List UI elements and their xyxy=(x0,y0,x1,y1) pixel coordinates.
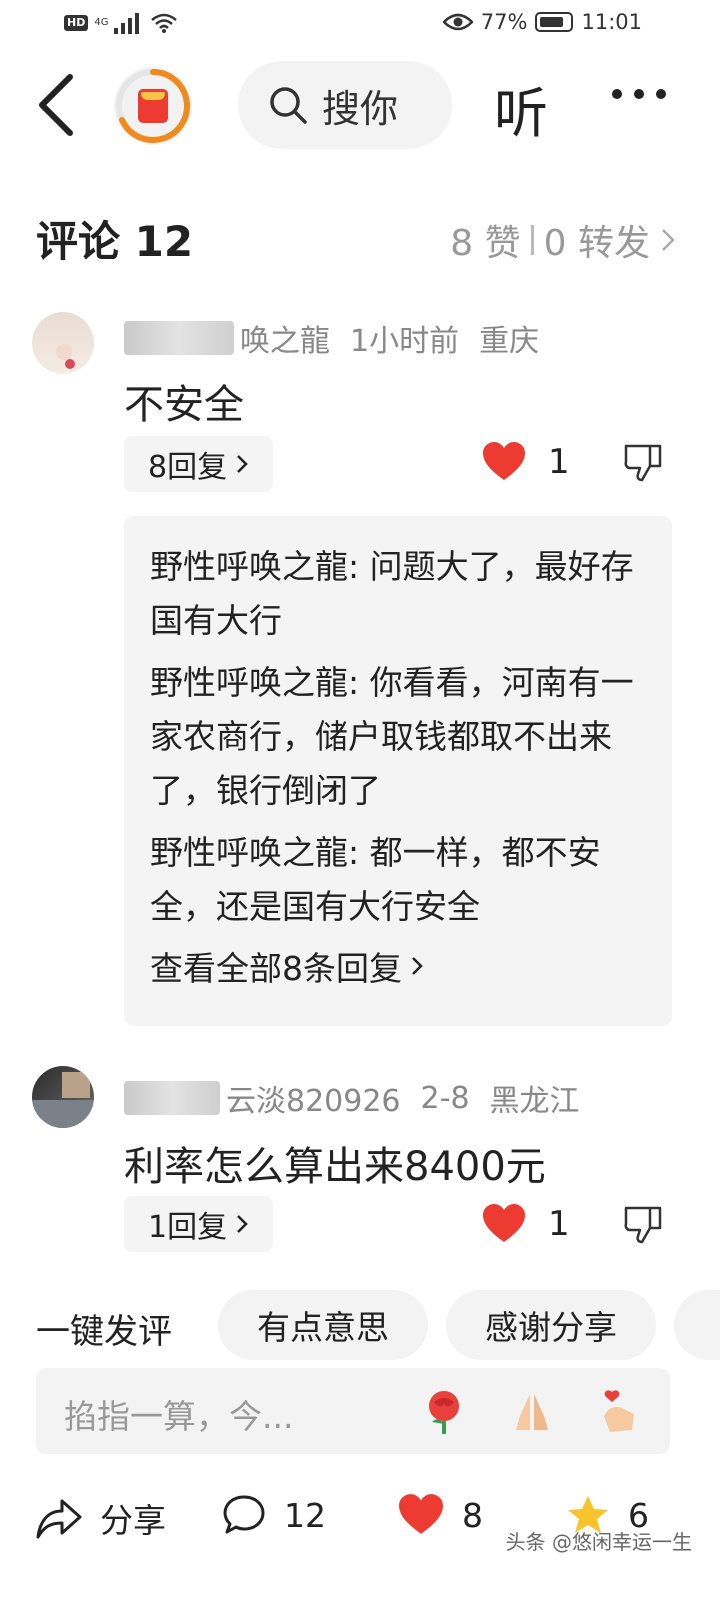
hd-badge: HD xyxy=(64,15,89,31)
share-button[interactable]: 分享 xyxy=(36,1494,166,1542)
status-right: 77% 11:01 xyxy=(442,10,642,34)
chevron-right-icon xyxy=(237,455,248,473)
reposts-count: 0 转发 xyxy=(543,223,650,264)
dislike-icon[interactable] xyxy=(622,442,664,484)
username-text: 云淡820926 xyxy=(226,1084,401,1119)
avatar-image xyxy=(32,1072,94,1128)
comment-text: 不安全 xyxy=(124,382,244,428)
comment-time: 2-8 xyxy=(420,1080,470,1116)
comments-title: 评论 12 xyxy=(36,217,194,266)
signal-bars-icon xyxy=(114,13,140,34)
like-post-button[interactable]: 8 xyxy=(398,1494,483,1536)
view-all-label: 查看全部8条回复 xyxy=(150,949,402,988)
replies-panel: 野性呼唤之龍: 问题大了，最好存国有大行 野性呼唤之龍: 你看看，河南有一家农商… xyxy=(124,516,672,1026)
rose-emoji-icon[interactable] xyxy=(418,1386,470,1438)
divider xyxy=(530,225,534,255)
dot xyxy=(634,89,644,99)
praying-hands-icon[interactable] xyxy=(506,1386,558,1438)
red-packet-button[interactable] xyxy=(114,67,192,145)
avatar-image xyxy=(56,344,75,369)
like-count: 1 xyxy=(548,1204,570,1244)
heart-icon xyxy=(483,442,525,480)
status-bar: HD 4G 77% 11:01 xyxy=(0,0,720,50)
bottom-action-bar: 分享 12 8 6 头条 @悠闲幸运一生 xyxy=(0,1486,720,1556)
listen-button[interactable]: 听 xyxy=(494,69,548,148)
reply-count-label: 8回复 xyxy=(148,450,228,485)
username-text: 唤之龍 xyxy=(240,324,330,359)
avatar[interactable] xyxy=(32,312,94,374)
battery-percent: 77% xyxy=(480,10,528,34)
quick-reply-bar: 一键发评 有点意思 感谢分享 xyxy=(36,1290,720,1360)
username[interactable]: 云淡820926 xyxy=(124,1076,401,1120)
reply-count-button[interactable]: 8回复 xyxy=(124,436,274,492)
comment-bubble-icon xyxy=(223,1495,265,1534)
quick-reply-chip-partial[interactable] xyxy=(674,1290,720,1360)
dot xyxy=(656,89,666,99)
comment-location: 重庆 xyxy=(479,324,540,359)
battery-icon xyxy=(535,12,574,32)
comment-time: 1小时前 xyxy=(350,324,460,359)
chevron-right-icon xyxy=(412,957,423,975)
like-count: 1 xyxy=(548,442,570,482)
share-icon xyxy=(36,1499,82,1539)
mobile-signal-label: 4G xyxy=(94,17,109,28)
view-all-replies-link[interactable]: 查看全部8条回复 xyxy=(150,942,646,990)
reply-item[interactable]: 野性呼唤之龍: 你看看，河南有一家农商行，储户取钱都取不出来了，银行倒闭了 xyxy=(150,656,646,818)
quick-reply-label: 一键发评 xyxy=(36,1312,172,1352)
like-post-count: 8 xyxy=(462,1495,483,1535)
comment-meta: 唤之龍 1小时前 重庆 xyxy=(124,316,539,360)
finger-heart-icon[interactable] xyxy=(594,1386,646,1438)
chevron-right-icon xyxy=(237,1215,248,1233)
blurred-name xyxy=(124,1081,220,1115)
quick-reply-chip[interactable]: 有点意思 xyxy=(218,1290,428,1360)
comment-location: 黑龙江 xyxy=(489,1084,580,1119)
quick-reply-chip[interactable]: 感谢分享 xyxy=(446,1290,656,1360)
comment-input-placeholder: 掐指一算，今... xyxy=(64,1397,294,1436)
avatar[interactable] xyxy=(32,1066,94,1128)
comment-button[interactable]: 12 xyxy=(222,1494,326,1536)
search-icon xyxy=(270,87,307,124)
eye-icon xyxy=(442,13,473,31)
comment-input[interactable]: 掐指一算，今... xyxy=(36,1368,670,1454)
status-left: HD 4G xyxy=(64,12,178,34)
clock: 11:01 xyxy=(581,10,642,34)
more-options-icon[interactable] xyxy=(612,89,666,99)
blurred-name xyxy=(124,321,234,355)
red-envelope-icon xyxy=(138,89,168,123)
comments-header: 评论 12 8 赞 0 转发 xyxy=(36,208,676,268)
reply-item[interactable]: 野性呼唤之龍: 问题大了，最好存国有大行 xyxy=(150,540,646,648)
reply-item[interactable]: 野性呼唤之龍: 都一样，都不安全，还是国有大行安全 xyxy=(150,826,646,934)
reply-count-label: 1回复 xyxy=(148,1210,228,1245)
comments-stats[interactable]: 8 赞 0 转发 xyxy=(450,214,676,266)
top-bar: 搜你 听 xyxy=(0,55,720,155)
dislike-icon[interactable] xyxy=(622,1204,664,1246)
comment-count: 12 xyxy=(284,1495,326,1535)
dot xyxy=(612,89,622,99)
watermark: 头条 @悠闲幸运一生 xyxy=(505,1530,692,1554)
heart-icon xyxy=(483,1204,525,1242)
comment-text: 利率怎么算出来8400元 xyxy=(124,1144,546,1190)
share-label: 分享 xyxy=(100,1501,166,1540)
like-button[interactable]: 1 xyxy=(482,1204,570,1244)
comment-meta: 云淡820926 2-8 黑龙江 xyxy=(124,1076,580,1120)
wifi-icon xyxy=(151,13,178,33)
back-arrow-icon[interactable] xyxy=(30,73,80,137)
likes-count: 8 赞 xyxy=(450,223,521,264)
like-button[interactable]: 1 xyxy=(482,442,570,482)
reply-count-button[interactable]: 1回复 xyxy=(124,1196,274,1252)
chevron-right-icon xyxy=(662,229,675,251)
search-box[interactable]: 搜你 xyxy=(238,61,452,149)
search-placeholder: 搜你 xyxy=(322,86,399,131)
username[interactable]: 唤之龍 xyxy=(124,316,330,360)
heart-icon xyxy=(399,1494,443,1534)
